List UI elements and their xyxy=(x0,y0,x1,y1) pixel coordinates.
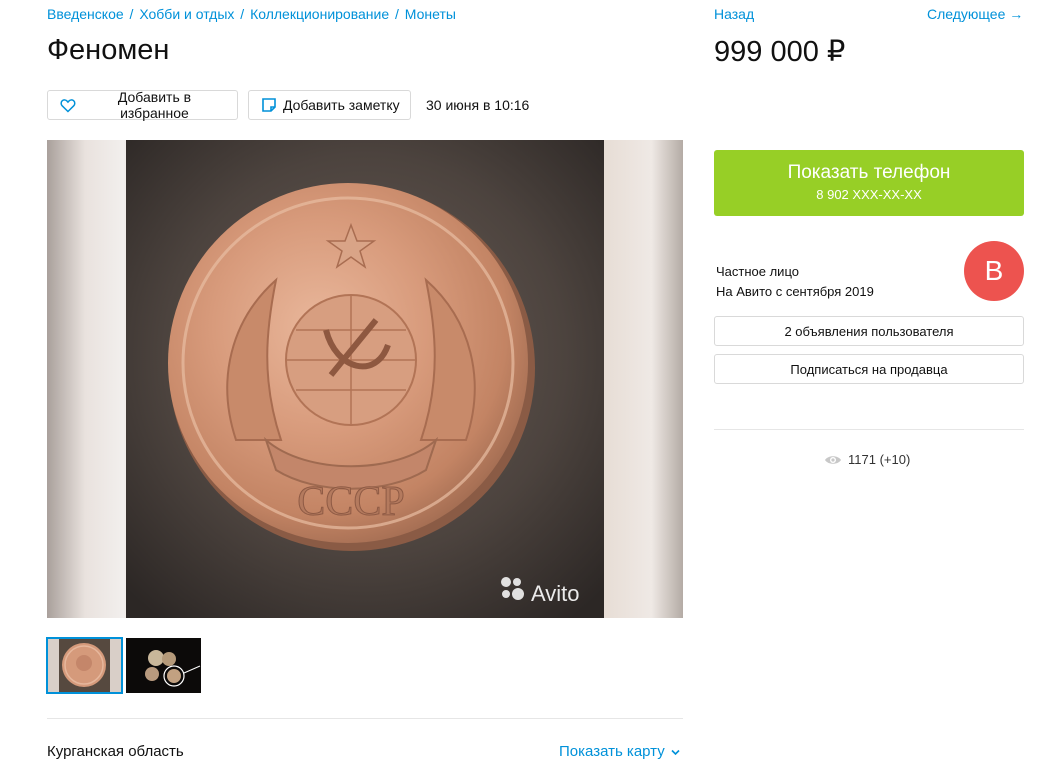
breadcrumb-separator: / xyxy=(395,6,399,22)
listing-date: 30 июня в 10:16 xyxy=(426,97,530,113)
seller-ads-button[interactable]: 2 объявления пользователя xyxy=(714,316,1024,346)
add-note-label: Добавить заметку xyxy=(283,97,400,113)
breadcrumb-item-region[interactable]: Введенское xyxy=(47,6,124,22)
thumbnail-strip xyxy=(46,637,201,694)
coin-photo-image: СССР Avito xyxy=(126,140,604,618)
add-note-button[interactable]: Добавить заметку xyxy=(248,90,411,120)
add-to-favorites-button[interactable]: Добавить в избранное xyxy=(47,89,238,121)
breadcrumb: Введенское / Хобби и отдых / Коллекциони… xyxy=(47,6,456,22)
show-map-link[interactable]: Показать карту xyxy=(559,743,680,760)
thumbnail-1[interactable] xyxy=(46,637,123,694)
views-counter: 1171 (+10) xyxy=(824,452,910,467)
seller-since: На Авито с сентября 2019 xyxy=(716,284,874,299)
breadcrumb-item-collecting[interactable]: Коллекционирование xyxy=(250,6,389,22)
show-phone-button[interactable]: Показать телефон 8 902 XXX-XX-XX xyxy=(714,150,1024,216)
chevron-down-icon xyxy=(671,749,680,756)
add-to-favorites-label: Добавить в избранное xyxy=(117,89,192,121)
thumbnail-coins-image xyxy=(126,638,201,693)
breadcrumb-separator: / xyxy=(240,6,245,22)
image-gallery[interactable]: СССР Avito xyxy=(47,140,683,618)
coin-inscription: СССР xyxy=(297,479,404,525)
back-link[interactable]: Назад xyxy=(714,6,754,22)
price: 999 000 ₽ xyxy=(714,36,846,68)
seller-type: Частное лицо xyxy=(716,264,799,279)
location-region: Курганская область xyxy=(47,743,184,760)
eye-icon xyxy=(825,455,841,464)
show-map-label: Показать карту xyxy=(559,743,665,760)
thumbnail-2[interactable] xyxy=(126,638,201,693)
show-phone-label: Показать телефон xyxy=(787,162,951,183)
divider xyxy=(47,718,683,719)
page-title: Феномен xyxy=(47,34,170,66)
views-count: 1171 (+10) xyxy=(848,452,911,467)
main-photo[interactable]: СССР Avito xyxy=(126,140,604,618)
avito-watermark: Avito xyxy=(531,581,580,606)
heart-icon xyxy=(60,98,76,113)
note-icon xyxy=(262,98,276,112)
next-link[interactable]: Следующее → xyxy=(927,6,1023,22)
breadcrumb-item-coins[interactable]: Монеты xyxy=(405,6,456,22)
subscribe-seller-button[interactable]: Подписаться на продавца xyxy=(714,354,1024,384)
breadcrumb-separator: / xyxy=(129,6,134,22)
divider xyxy=(714,429,1024,430)
breadcrumb-item-hobby[interactable]: Хобби и отдых xyxy=(139,6,234,22)
thumbnail-coin-image xyxy=(47,638,122,693)
phone-number: 8 902 XXX-XX-XX xyxy=(816,187,922,202)
avatar[interactable]: В xyxy=(964,241,1024,301)
gallery-blur-background xyxy=(604,140,683,618)
